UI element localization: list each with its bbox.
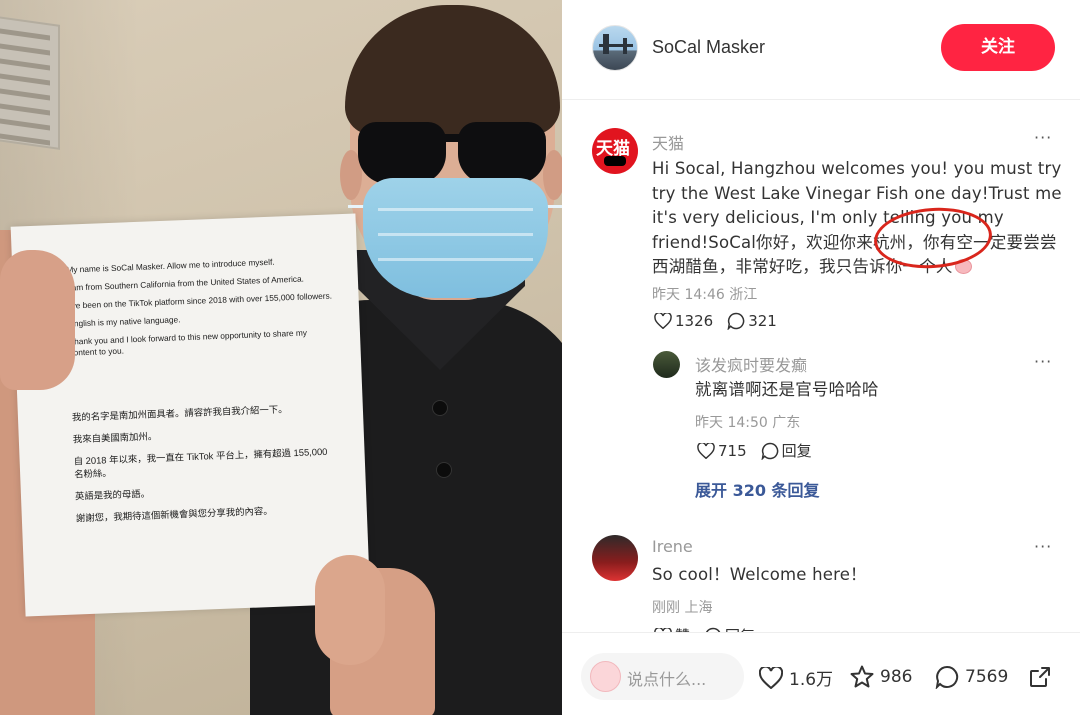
share-icon (1030, 667, 1050, 687)
more-icon[interactable]: ··· (1034, 537, 1052, 556)
left-hand (0, 250, 75, 390)
comment-panel: SoCal Masker 关注 天猫 天猫 ··· Hi Socal, Hang… (562, 0, 1080, 715)
paper-line: My name is SoCal Masker. Allow me to int… (66, 256, 275, 275)
heart-icon (654, 313, 672, 329)
like-button[interactable]: 715 (697, 442, 747, 460)
right-fingers (315, 555, 385, 665)
comment-count: 7569 (965, 667, 1009, 687)
author-header: SoCal Masker 关注 (562, 0, 1080, 100)
like-button[interactable]: 1326 (654, 312, 713, 330)
hair (345, 5, 560, 135)
paper-line: 我來自美國南加州。 (72, 430, 158, 445)
comment-input[interactable]: 说点什么... (581, 653, 744, 700)
reply-count: 321 (748, 312, 777, 330)
comment-username[interactable]: 该发疯时要发癫 (695, 352, 807, 376)
comment-meta: 昨天 14:50 广东 (695, 415, 801, 431)
comment-username[interactable]: Irene (652, 537, 693, 556)
comment-actions: 1326 321 (654, 312, 777, 330)
face-mask (363, 178, 548, 298)
like-count: 715 (718, 441, 747, 460)
post-like-count: 1.6万 (789, 670, 834, 690)
engagement-bar: 说点什么... 1.6万 986 7569 (562, 632, 1080, 715)
irene-avatar[interactable] (592, 535, 638, 581)
reply-avatar[interactable] (653, 351, 680, 378)
reply-button[interactable]: 321 (727, 312, 777, 330)
paper-line: 自 2018 年以來，我一直在 TikTok 平台上，擁有超過 155,000 … (73, 445, 328, 480)
author-name[interactable]: SoCal Masker (652, 37, 765, 58)
comment-username[interactable]: 天猫 (652, 130, 684, 154)
comment-placeholder: 说点什么... (627, 670, 707, 689)
reply-label: 回复 (781, 442, 812, 460)
comment-meta: 刚刚 上海 (652, 600, 713, 616)
star-icon (850, 665, 874, 688)
user-avatar-icon (590, 661, 621, 692)
comment-text: 就离谱啊还是官号哈哈哈 (695, 380, 879, 399)
like-post-button[interactable]: 1.6万 (759, 665, 833, 690)
shirt-button (432, 400, 448, 416)
comment-icon (727, 312, 745, 330)
paper-line: English is my native language. (68, 314, 181, 329)
heart-icon (759, 666, 783, 689)
shirt-button (436, 462, 452, 478)
comment-actions: 715 回复 (697, 440, 812, 461)
comment-post-button[interactable]: 7569 (935, 665, 1008, 689)
reply-button[interactable]: 回复 (761, 440, 812, 461)
paper-line: I am from Southern California from the U… (66, 273, 305, 293)
comment-icon (761, 442, 778, 460)
paper-line: I've been on the TikTok platform since 2… (67, 290, 333, 311)
like-count: 1326 (675, 312, 714, 330)
heart-icon (697, 442, 715, 459)
air-vent (0, 15, 60, 150)
paper-line: 英語是我的母語。 (74, 487, 151, 502)
comment-text: So cool！Welcome here！ (652, 565, 867, 584)
follow-button[interactable]: 关注 (941, 24, 1055, 71)
share-button[interactable] (1028, 665, 1052, 689)
paper-line: 謝謝您，我期待這個新機會與您分享我的內容。 (75, 504, 273, 524)
comment-icon (935, 665, 959, 689)
expand-replies-link[interactable]: 展开 320 条回复 (695, 477, 820, 501)
comment-text: Hi Socal, Hangzhou welcomes you! you mus… (652, 159, 1062, 276)
tmall-avatar[interactable]: 天猫 (592, 128, 638, 174)
paper-line: Thank you and I look forward to this new… (68, 327, 308, 358)
more-icon[interactable]: ··· (1034, 128, 1052, 147)
collect-button[interactable]: 986 (850, 665, 912, 688)
comment-meta: 昨天 14:46 浙江 (652, 287, 758, 303)
post-photo[interactable]: My name is SoCal Masker. Allow me to int… (0, 0, 562, 715)
author-avatar[interactable] (592, 25, 638, 71)
collect-count: 986 (880, 666, 913, 687)
cat-eyes-icon (604, 156, 626, 166)
more-icon[interactable]: ··· (1034, 352, 1052, 371)
